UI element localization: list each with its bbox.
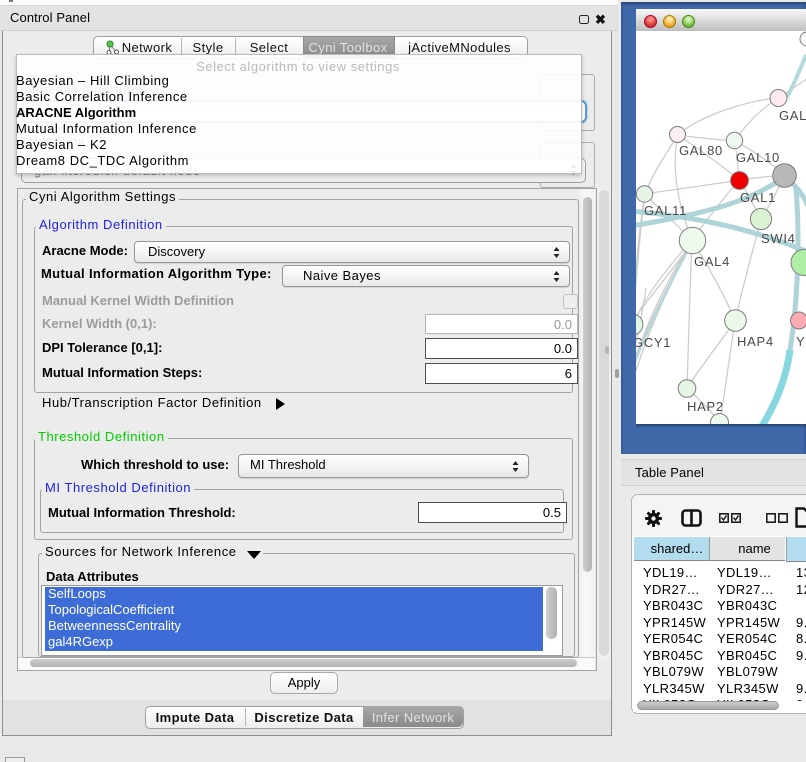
- svg-text:HAP2: HAP2: [687, 399, 724, 414]
- svg-text:GAL80: GAL80: [679, 143, 723, 158]
- svg-text:Y: Y: [796, 334, 805, 349]
- svg-text:HAP4: HAP4: [737, 334, 774, 349]
- svg-text:GAL1: GAL1: [740, 190, 776, 205]
- svg-text:SWI4: SWI4: [761, 231, 796, 246]
- svg-text:GCY1: GCY1: [636, 335, 671, 350]
- svg-text:GAL11: GAL11: [644, 203, 687, 218]
- svg-text:GAL10: GAL10: [736, 150, 780, 165]
- svg-text:GAL: GAL: [779, 108, 806, 123]
- svg-text:GAL4: GAL4: [694, 254, 730, 269]
